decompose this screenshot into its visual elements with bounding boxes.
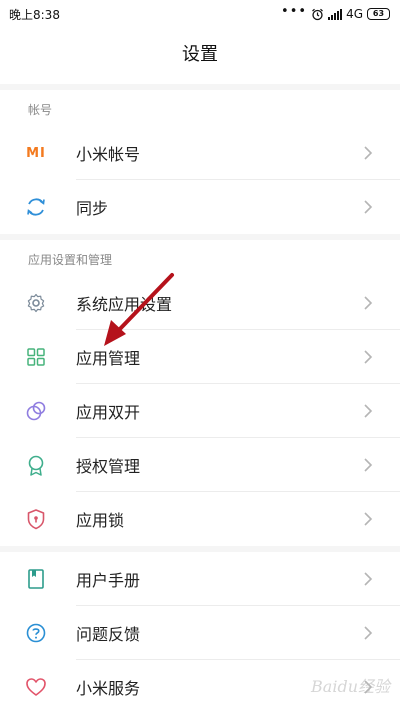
section-gap	[0, 234, 400, 240]
dual-apps-icon	[26, 401, 46, 421]
row-label: 授权管理	[76, 457, 141, 476]
chevron-right-icon	[364, 572, 373, 586]
row-app-management[interactable]: 应用管理	[0, 330, 400, 384]
row-system-app-settings[interactable]: 系统应用设置	[0, 276, 400, 330]
row-label: 系统应用设置	[76, 295, 173, 314]
notification-dots: •••	[281, 3, 308, 19]
row-permissions[interactable]: 授权管理	[0, 438, 400, 492]
chevron-right-icon	[364, 626, 373, 640]
sync-icon	[27, 198, 45, 216]
row-sync[interactable]: 同步	[0, 180, 400, 234]
row-mi-account[interactable]: MI 小米帐号	[0, 126, 400, 180]
alarm-icon	[312, 8, 323, 20]
chevron-right-icon	[364, 350, 373, 364]
row-app-lock[interactable]: 应用锁	[0, 492, 400, 546]
mi-logo-icon: MI	[26, 145, 46, 161]
shield-lock-icon	[27, 509, 45, 530]
row-label: 同步	[76, 199, 109, 218]
status-time: 晚上8:38	[9, 7, 60, 22]
row-dual-apps[interactable]: 应用双开	[0, 384, 400, 438]
signal-icon	[328, 8, 343, 20]
status-bar: 晚上8:38 ••• 4G 63	[0, 0, 400, 28]
chevron-right-icon	[364, 458, 373, 472]
question-icon	[26, 623, 46, 643]
row-label: 小米服务	[76, 679, 141, 698]
row-label: 应用锁	[76, 511, 125, 530]
row-label: 应用双开	[76, 403, 141, 422]
ribbon-badge-icon	[28, 455, 44, 476]
network-type: 4G	[346, 7, 363, 21]
page-title: 设置	[182, 44, 218, 65]
chevron-right-icon	[364, 146, 373, 160]
section-header-account: 帐号	[28, 102, 53, 117]
grid-apps-icon	[27, 348, 45, 366]
chevron-right-icon	[364, 404, 373, 418]
battery-level: 63	[372, 9, 385, 18]
row-label: 问题反馈	[76, 625, 141, 644]
watermark: Baidu经验	[311, 677, 390, 696]
row-label: 应用管理	[76, 349, 141, 368]
chevron-right-icon	[364, 200, 373, 214]
section-gap	[0, 84, 400, 90]
gear-icon	[27, 293, 45, 313]
book-icon	[28, 569, 44, 589]
row-feedback[interactable]: 问题反馈	[0, 606, 400, 660]
section-header-apps: 应用设置和管理	[28, 252, 113, 267]
chevron-right-icon	[364, 296, 373, 310]
heart-icon	[26, 678, 46, 696]
row-label: 小米帐号	[76, 145, 141, 164]
row-user-manual[interactable]: 用户手册	[0, 552, 400, 606]
row-label: 用户手册	[76, 571, 141, 590]
battery-icon: 63	[367, 8, 390, 20]
chevron-right-icon	[364, 512, 373, 526]
status-icons: ••• 4G 63	[281, 3, 390, 21]
